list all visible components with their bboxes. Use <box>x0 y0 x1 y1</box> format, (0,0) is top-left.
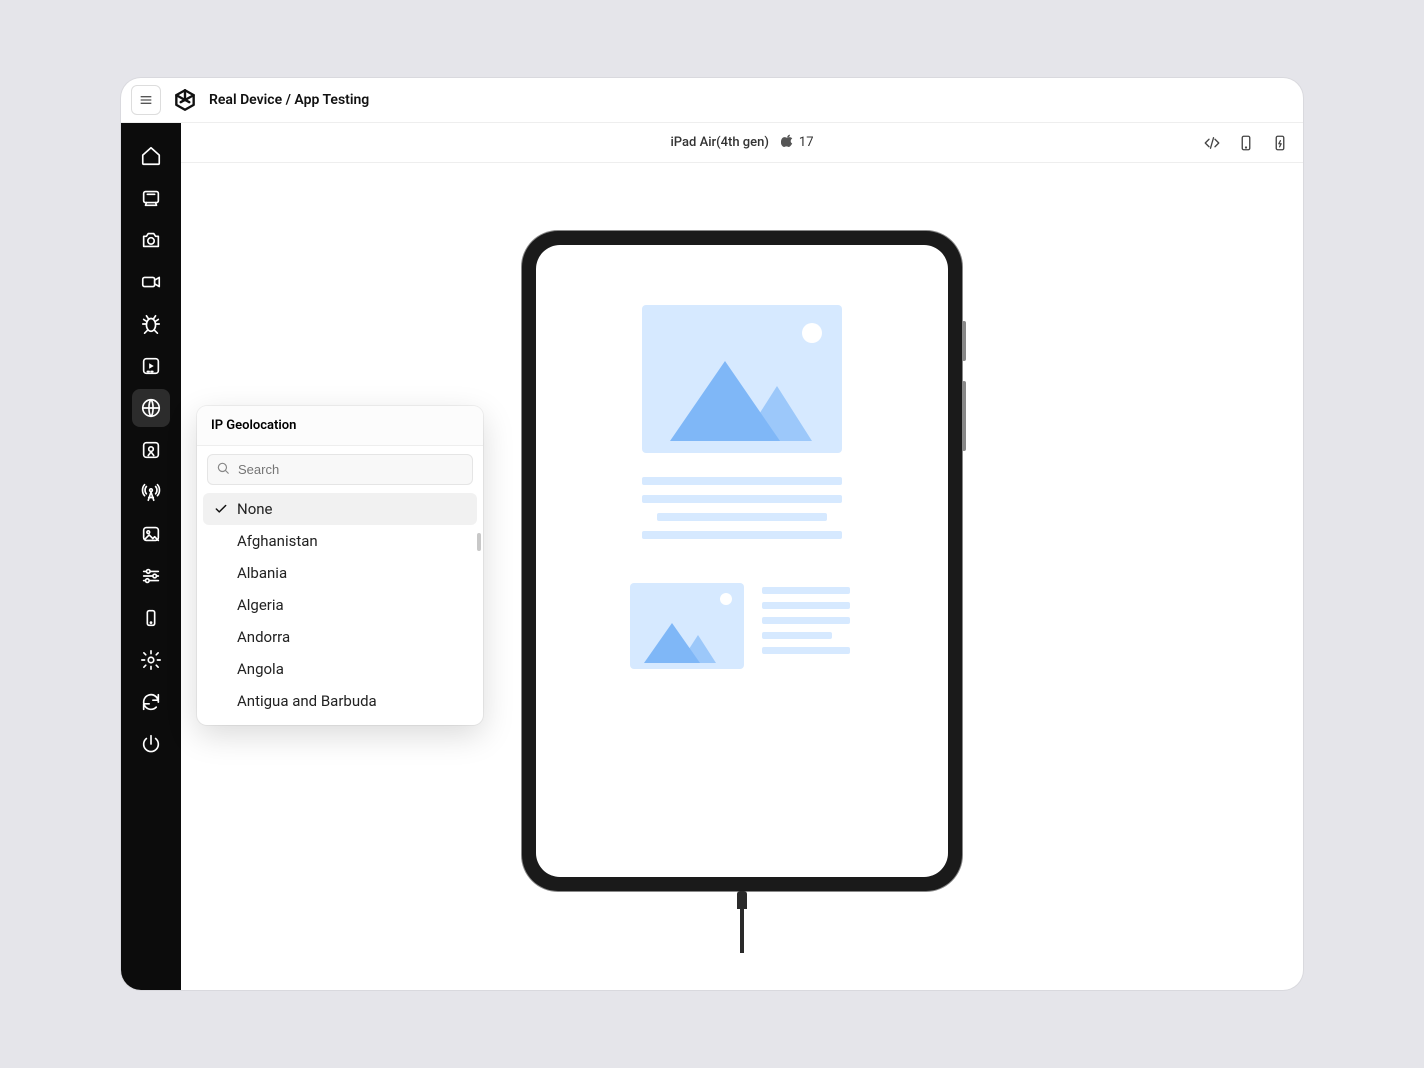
ipad-screen[interactable] <box>536 245 948 877</box>
ip-geolocation-title: IP Geolocation <box>197 406 483 446</box>
placeholder-text-line <box>657 513 827 521</box>
geo-item-antigua-and-barbuda[interactable]: Antigua and Barbuda <box>203 685 477 717</box>
placeholder-text-line <box>642 495 842 503</box>
placeholder-text-line <box>762 632 832 639</box>
check-icon <box>213 502 229 516</box>
geo-item-label: Antigua and Barbuda <box>237 692 377 710</box>
hamburger-menu-button[interactable] <box>131 85 161 115</box>
home-icon[interactable] <box>132 137 170 175</box>
ip-geolocation-popup: IP Geolocation None Afghanistan <box>197 406 483 725</box>
devtools-icon[interactable] <box>132 347 170 385</box>
geo-item-albania[interactable]: Albania <box>203 557 477 589</box>
code-icon[interactable] <box>1201 132 1223 154</box>
geo-item-label: Andorra <box>237 628 290 646</box>
breadcrumb: Real Device / App Testing <box>209 92 369 108</box>
geo-search-input[interactable] <box>238 462 464 477</box>
os-badge: 17 <box>781 133 814 152</box>
geo-item-label: Angola <box>237 660 284 678</box>
video-icon[interactable] <box>132 263 170 301</box>
device-name: iPad Air(4th gen) <box>670 135 768 150</box>
geo-country-list: None Afghanistan Albania Algeria Andorra… <box>197 489 483 717</box>
search-icon <box>216 460 230 479</box>
network-tower-icon[interactable] <box>132 473 170 511</box>
geo-item-label: Afghanistan <box>237 532 318 550</box>
placeholder-text-line <box>642 477 842 485</box>
scrollbar[interactable] <box>477 533 481 551</box>
device-outline-icon[interactable] <box>1235 132 1257 154</box>
app-window: Real Device / App Testing <box>121 78 1303 990</box>
ipad-frame <box>522 231 962 891</box>
globe-icon[interactable] <box>132 389 170 427</box>
logo-icon <box>171 86 199 114</box>
placeholder-image-icon <box>630 583 744 669</box>
placeholder-text-line <box>762 602 850 609</box>
geo-search-input-wrapper[interactable] <box>207 454 473 485</box>
os-version: 17 <box>799 135 814 150</box>
geo-item-algeria[interactable]: Algeria <box>203 589 477 621</box>
settings-icon[interactable] <box>132 641 170 679</box>
geo-item-label: Albania <box>237 564 287 582</box>
location-pin-icon[interactable] <box>132 431 170 469</box>
device-charge-icon[interactable] <box>1269 132 1291 154</box>
placeholder-card-large <box>574 305 910 539</box>
device-info-bar: iPad Air(4th gen) 17 <box>181 123 1303 163</box>
geo-item-label: None <box>237 500 273 518</box>
power-icon[interactable] <box>132 725 170 763</box>
sliders-icon[interactable] <box>132 557 170 595</box>
sidebar <box>121 123 181 990</box>
refresh-icon[interactable] <box>132 683 170 721</box>
topbar: Real Device / App Testing <box>121 78 1303 123</box>
device-rotate-icon[interactable] <box>132 599 170 637</box>
geo-item-andorra[interactable]: Andorra <box>203 621 477 653</box>
placeholder-card-small <box>574 583 910 669</box>
bug-icon[interactable] <box>132 305 170 343</box>
app-icon[interactable] <box>132 179 170 217</box>
placeholder-image-icon <box>642 305 842 453</box>
placeholder-text-line <box>762 587 850 594</box>
geo-item-none[interactable]: None <box>203 493 477 525</box>
geo-item-afghanistan[interactable]: Afghanistan <box>203 525 477 557</box>
placeholder-text-line <box>762 647 850 654</box>
placeholder-text-line <box>642 531 842 539</box>
geo-item-angola[interactable]: Angola <box>203 653 477 685</box>
camera-icon[interactable] <box>132 221 170 259</box>
usb-cable-icon <box>735 891 749 953</box>
apple-icon <box>781 133 794 152</box>
geo-item-label: Algeria <box>237 596 284 614</box>
image-icon[interactable] <box>132 515 170 553</box>
placeholder-text-line <box>762 617 850 624</box>
